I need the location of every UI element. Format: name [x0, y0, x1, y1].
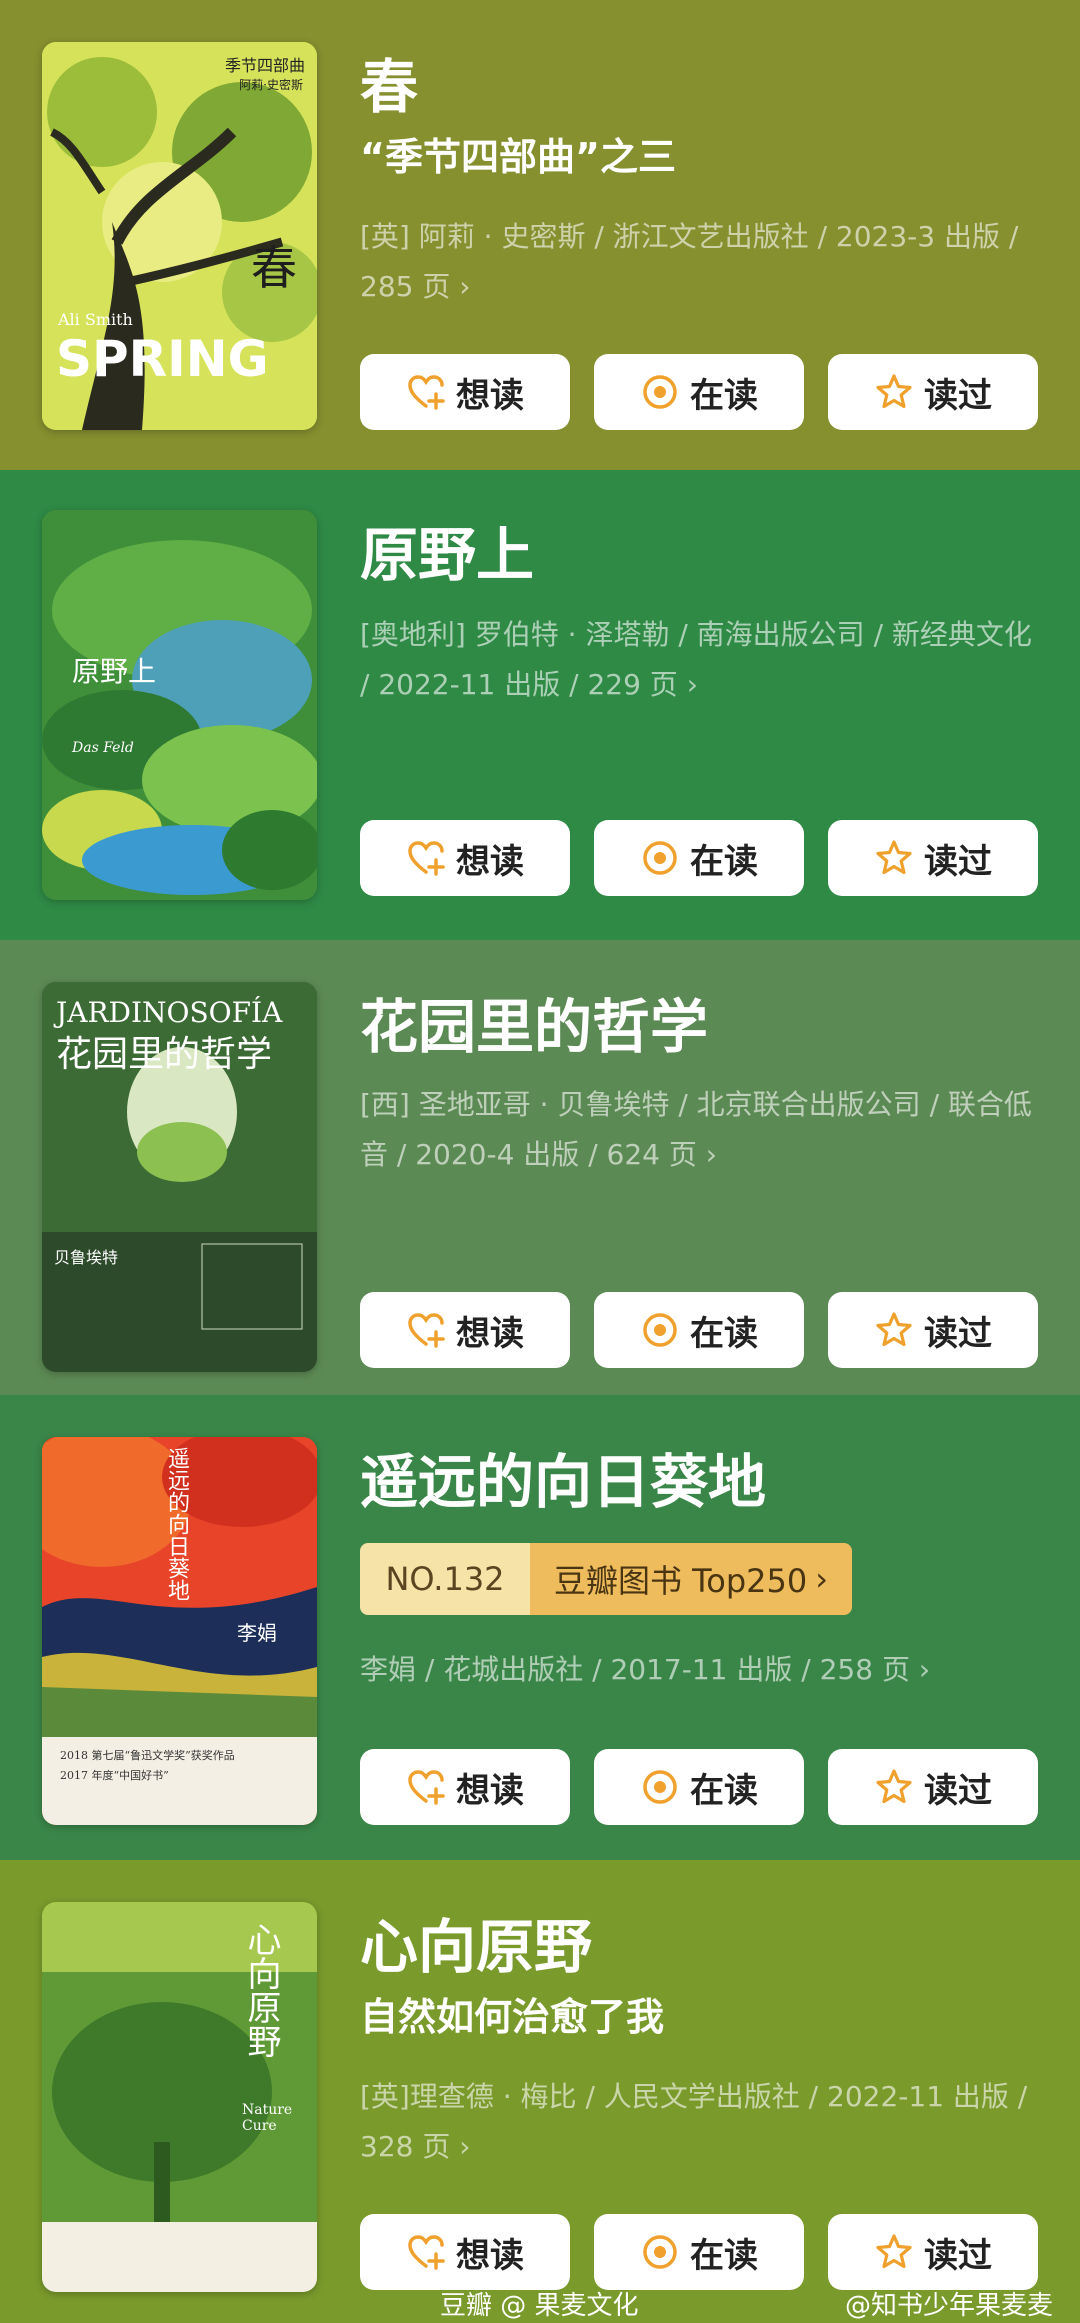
book-meta-text: [西] 圣地亚哥 · 贝鲁埃特 / 北京联合出版公司 / 联合低音 / 2020… — [360, 1088, 1032, 1171]
reading-label: 在读 — [690, 841, 758, 882]
read-label: 读过 — [924, 841, 992, 882]
chevron-right-icon: › — [459, 2130, 471, 2163]
have-read-button[interactable]: 读过 — [828, 820, 1038, 896]
watermark-right: @知书少年果麦麦 — [845, 2291, 1054, 2321]
heart-plus-icon — [408, 375, 445, 410]
read-label: 读过 — [924, 375, 992, 416]
want-to-read-button[interactable]: 想读 — [360, 2214, 570, 2290]
book-title[interactable]: 花园里的哲学 — [360, 980, 708, 1064]
rank-list-label: 豆瓣图书 Top250 — [554, 1562, 808, 1600]
heart-plus-icon — [408, 841, 445, 876]
star-icon — [876, 2234, 912, 2269]
book-subtitle: “季节四部曲”之三 — [360, 135, 676, 179]
want-label: 想读 — [456, 1313, 524, 1354]
have-read-button[interactable]: 读过 — [828, 1749, 1038, 1825]
cover-author: 贝鲁埃特 — [54, 1248, 119, 1267]
chevron-right-icon: › — [815, 1560, 829, 1598]
rank-list-link[interactable]: 豆瓣图书 Top250 › — [530, 1543, 853, 1615]
reading-circle-icon — [643, 375, 677, 409]
book-subtitle: 自然如何治愈了我 — [360, 1995, 665, 2039]
book-card-jardinosofia[interactable]: JARDINOSOFÍA 花园里的哲学 贝鲁埃特 花园里的哲学 [西] 圣地亚哥… — [0, 940, 1080, 1395]
reading-button[interactable]: 在读 — [594, 354, 804, 430]
book-meta-text: 李娟 / 花城出版社 / 2017-11 出版 / 258 页 — [360, 1653, 910, 1686]
book-cover[interactable]: 原野上 Das Feld — [42, 510, 317, 900]
reading-button[interactable]: 在读 — [594, 2214, 804, 2290]
reading-button[interactable]: 在读 — [594, 820, 804, 896]
top250-rank-badge[interactable]: NO.132 豆瓣图书 Top250 › — [360, 1543, 853, 1615]
cover-title-zh: 花园里的哲学 — [56, 1034, 273, 1075]
cover-title-zh: 遥远的向日葵地 — [164, 1447, 189, 1601]
cover-title-zh: 原野上 — [72, 655, 157, 688]
have-read-button[interactable]: 读过 — [828, 2214, 1038, 2290]
book-meta[interactable]: 李娟 / 花城出版社 / 2017-11 出版 / 258 页 › — [360, 1645, 1040, 1695]
book-title[interactable]: 心向原野 — [360, 1900, 592, 1984]
star-icon — [876, 374, 912, 409]
cover-author-en: Ali Smith — [58, 310, 133, 329]
heart-plus-icon — [408, 1770, 445, 1805]
read-label: 读过 — [924, 2235, 992, 2276]
cover-award-1: 2018 第七届“鲁迅文学奖”获奖作品 — [60, 1749, 235, 1762]
book-title[interactable]: 春 — [360, 40, 418, 124]
heart-plus-icon — [408, 1313, 445, 1348]
book-card-das-feld[interactable]: 原野上 Das Feld 原野上 [奥地利] 罗伯特 · 泽塔勒 / 南海出版公… — [0, 470, 1080, 940]
want-to-read-button[interactable]: 想读 — [360, 1749, 570, 1825]
have-read-button[interactable]: 读过 — [828, 1292, 1038, 1368]
reading-label: 在读 — [690, 375, 758, 416]
cover-title-zh: 心向原野 — [241, 1922, 281, 2058]
reading-circle-icon — [643, 1770, 677, 1804]
cover-title-zh: 春 — [251, 241, 297, 295]
rank-number: NO.132 — [360, 1543, 530, 1615]
cover-title-es: JARDINOSOFÍA — [56, 996, 283, 1029]
cover-author: 李娟 — [237, 1621, 277, 1645]
reading-circle-icon — [643, 841, 677, 875]
chevron-right-icon: › — [705, 1138, 717, 1171]
cover-illustration — [42, 510, 317, 900]
cover-title-en: SPRING — [56, 330, 269, 388]
chevron-right-icon: › — [459, 270, 471, 303]
book-meta[interactable]: [西] 圣地亚哥 · 贝鲁埃特 / 北京联合出版公司 / 联合低音 / 2020… — [360, 1080, 1040, 1180]
chevron-right-icon: › — [918, 1653, 931, 1686]
reading-circle-icon — [643, 2235, 677, 2269]
book-title[interactable]: 遥远的向日葵地 — [360, 1435, 766, 1519]
reading-button[interactable]: 在读 — [594, 1292, 804, 1368]
cover-series: 季节四部曲 — [224, 56, 305, 75]
have-read-button[interactable]: 读过 — [828, 354, 1038, 430]
want-label: 想读 — [456, 2235, 524, 2276]
reading-label: 在读 — [690, 1313, 758, 1354]
book-card-spring[interactable]: 季节四部曲 阿莉·史密斯 春 Ali Smith SPRING 春 “季节四部曲… — [0, 0, 1080, 470]
star-icon — [876, 1312, 912, 1347]
book-cover[interactable]: 季节四部曲 阿莉·史密斯 春 Ali Smith SPRING — [42, 42, 317, 430]
want-to-read-button[interactable]: 想读 — [360, 1292, 570, 1368]
reading-label: 在读 — [690, 1770, 758, 1811]
reading-circle-icon — [643, 1313, 677, 1347]
book-card-sunflower[interactable]: 遥远的向日葵地 李娟 2018 第七届“鲁迅文学奖”获奖作品 2017 年度“中… — [0, 1395, 1080, 1860]
book-meta[interactable]: [奥地利] 罗伯特 · 泽塔勒 / 南海出版公司 / 新经典文化 / 2022-… — [360, 610, 1040, 710]
star-icon — [876, 1769, 912, 1804]
book-cover[interactable]: JARDINOSOFÍA 花园里的哲学 贝鲁埃特 — [42, 982, 317, 1372]
watermark-left: 豆瓣 @ 果麦文化 — [440, 2291, 639, 2321]
cover-author: 阿莉·史密斯 — [239, 78, 303, 92]
reading-button[interactable]: 在读 — [594, 1749, 804, 1825]
want-label: 想读 — [456, 1770, 524, 1811]
star-icon — [876, 840, 912, 875]
want-label: 想读 — [456, 841, 524, 882]
book-cover[interactable]: 心向原野 Nature Cure — [42, 1902, 317, 2292]
book-meta[interactable]: [英]理查德 · 梅比 / 人民文学出版社 / 2022-11 出版 / 328… — [360, 2072, 1040, 2172]
cover-award-2: 2017 年度“中国好书” — [60, 1769, 169, 1782]
want-to-read-button[interactable]: 想读 — [360, 820, 570, 896]
chevron-right-icon: › — [686, 668, 698, 701]
want-label: 想读 — [456, 375, 524, 416]
read-label: 读过 — [924, 1313, 992, 1354]
want-to-read-button[interactable]: 想读 — [360, 354, 570, 430]
book-card-nature-cure[interactable]: 心向原野 Nature Cure 心向原野 自然如何治愈了我 [英]理查德 · … — [0, 1860, 1080, 2323]
cover-title-en: Nature Cure — [242, 2102, 293, 2134]
heart-plus-icon — [408, 2235, 445, 2270]
book-meta[interactable]: [英] 阿莉 · 史密斯 / 浙江文艺出版社 / 2023-3 出版 / 285… — [360, 212, 1040, 312]
reading-label: 在读 — [690, 2235, 758, 2276]
book-title[interactable]: 原野上 — [360, 508, 534, 592]
cover-title-de: Das Feld — [72, 740, 134, 756]
book-cover[interactable]: 遥远的向日葵地 李娟 2018 第七届“鲁迅文学奖”获奖作品 2017 年度“中… — [42, 1437, 317, 1825]
read-label: 读过 — [924, 1770, 992, 1811]
